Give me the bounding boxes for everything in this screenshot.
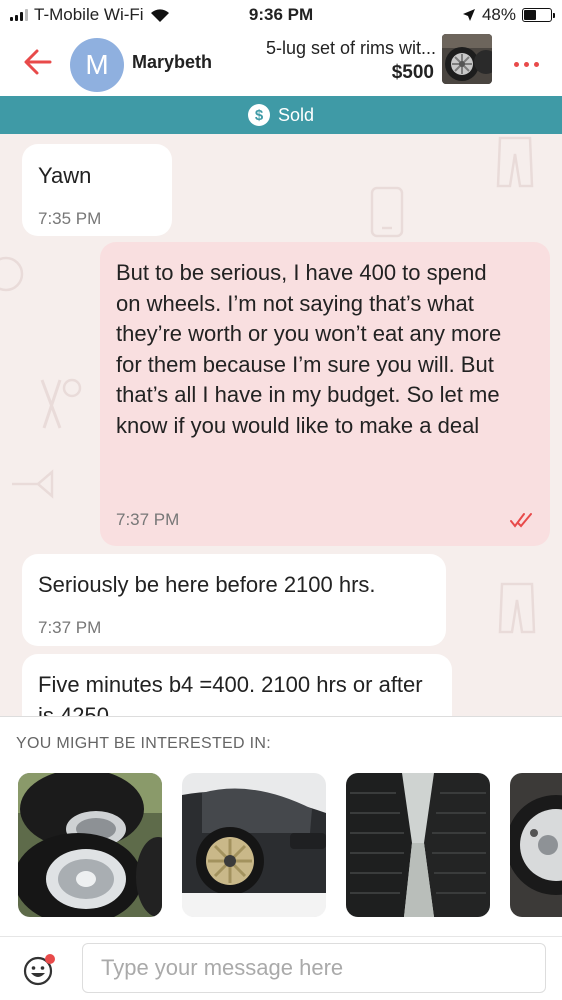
suggestion-card-gold-wheel-car[interactable] bbox=[182, 773, 326, 917]
message-list[interactable]: Yawn 7:35 PM But to be serious, I have 4… bbox=[0, 134, 562, 716]
pants-doodle-icon bbox=[496, 136, 534, 188]
conversation-header: M Marybeth 5-lug set of rims wit... $500 bbox=[0, 30, 562, 96]
phone-doodle-icon bbox=[370, 186, 404, 238]
message-bubble-outgoing[interactable]: But to be serious, I have 400 to spend o… bbox=[100, 242, 550, 546]
message-bubble-incoming[interactable]: Yawn 7:35 PM bbox=[22, 144, 172, 236]
battery-icon bbox=[522, 8, 555, 22]
message-text: Five minutes b4 =400. 2100 hrs or after … bbox=[38, 672, 423, 716]
back-arrow-icon[interactable] bbox=[20, 44, 56, 80]
pants-doodle-icon bbox=[498, 582, 536, 634]
sold-label: Sold bbox=[277, 104, 315, 125]
message-text: Yawn bbox=[38, 163, 92, 188]
seller-name[interactable]: Marybeth bbox=[132, 52, 212, 73]
trumpet-doodle-icon bbox=[12, 469, 54, 499]
message-time: 7:37 PM bbox=[116, 510, 180, 529]
suggestion-card-chrome-rims[interactable] bbox=[18, 773, 162, 917]
message-text: Seriously be here before 2100 hrs. bbox=[38, 572, 376, 597]
avatar[interactable]: M bbox=[70, 38, 124, 92]
sold-banner: $ Sold bbox=[0, 96, 562, 134]
ball-doodle-icon bbox=[0, 256, 24, 292]
message-time: 7:35 PM bbox=[38, 209, 102, 228]
read-receipt-icon bbox=[510, 513, 532, 528]
suggestion-card-tire-warehouse[interactable] bbox=[346, 773, 490, 917]
listing-thumbnail[interactable] bbox=[442, 34, 492, 84]
message-bubble-incoming[interactable]: Seriously be here before 2100 hrs. 7:37 … bbox=[22, 554, 446, 646]
tools-doodle-icon bbox=[40, 378, 82, 429]
suggestion-card-wheel-closeup[interactable] bbox=[510, 773, 562, 917]
suggestions-title: YOU MIGHT BE INTERESTED IN: bbox=[16, 735, 271, 752]
message-time: 7:37 PM bbox=[38, 618, 102, 637]
battery-percent: 48% bbox=[481, 5, 516, 24]
listing-title[interactable]: 5-lug set of rims wit... bbox=[266, 38, 436, 59]
emoji-icon[interactable] bbox=[22, 953, 56, 987]
status-right: 48% bbox=[462, 5, 555, 25]
location-arrow-icon bbox=[462, 9, 475, 21]
suggestions-panel: YOU MIGHT BE INTERESTED IN: bbox=[0, 716, 562, 936]
dollar-icon: $ bbox=[247, 104, 270, 126]
message-composer bbox=[0, 936, 562, 1000]
message-input[interactable] bbox=[82, 943, 546, 993]
message-text: But to be serious, I have 400 to spend o… bbox=[116, 260, 502, 438]
message-bubble-incoming[interactable]: Five minutes b4 =400. 2100 hrs or after … bbox=[22, 654, 452, 716]
more-options-icon[interactable] bbox=[506, 52, 546, 76]
listing-price: $500 bbox=[391, 62, 434, 83]
status-bar: T-Mobile Wi-Fi 9:36 PM 48% bbox=[0, 0, 562, 30]
